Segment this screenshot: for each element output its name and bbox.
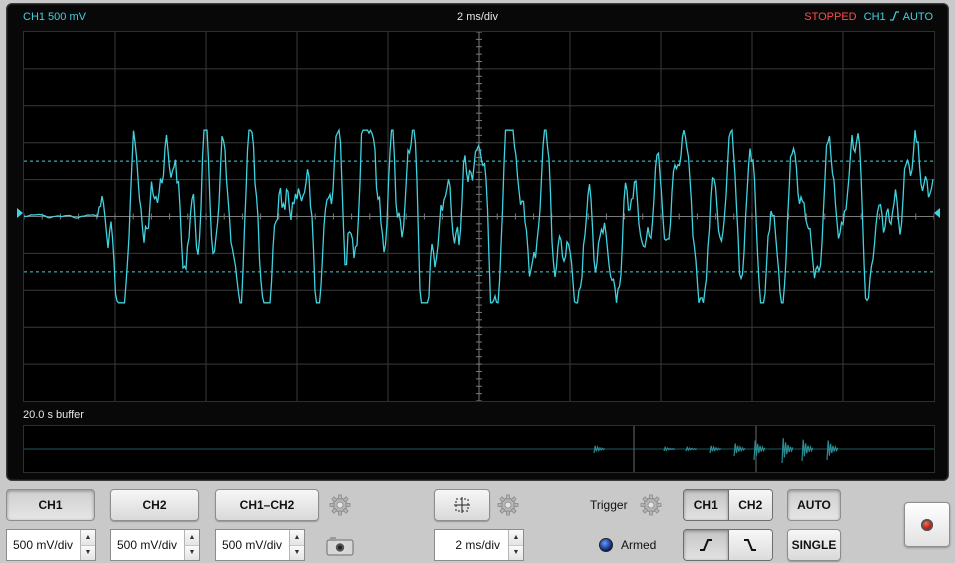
ch2-scale-stepper[interactable]: 500 mV/div ▲ ▼	[110, 529, 200, 561]
buffer-burst	[709, 445, 722, 454]
trigger-source-selector: CH1 CH2	[683, 489, 773, 521]
buffer-burst	[826, 440, 839, 461]
decrement-arrow[interactable]: ▼	[509, 544, 523, 560]
ch1-minus-ch2-button[interactable]: CH1–CH2	[215, 489, 319, 521]
rising-edge-icon	[699, 539, 712, 551]
increment-arrow[interactable]: ▲	[81, 530, 95, 545]
decrement-arrow[interactable]: ▼	[185, 544, 199, 560]
single-button[interactable]: SINGLE	[787, 529, 841, 561]
trigger-state-label: STOPPED	[804, 11, 857, 23]
armed-indicator-led	[599, 538, 613, 552]
buffer-burst	[663, 445, 676, 452]
rising-edge-icon	[889, 11, 899, 21]
crosshair-button[interactable]	[434, 489, 490, 521]
ch1-button[interactable]: CH1	[6, 489, 95, 521]
trigger-slope-selector	[683, 529, 773, 561]
trigger-status: STOPPED CH1 AUTO	[804, 10, 933, 24]
trigger-label: Trigger	[590, 498, 628, 512]
record-icon	[921, 518, 933, 531]
timebase-stepper[interactable]: 2 ms/div ▲ ▼	[434, 529, 524, 561]
decrement-arrow[interactable]: ▼	[290, 544, 304, 560]
ch2-scale-value: 500 mV/div	[117, 538, 178, 552]
diff-scale-value: 500 mV/div	[222, 538, 283, 552]
gear-icon[interactable]	[497, 494, 519, 516]
trigger-source-ch1[interactable]: CH1	[684, 490, 728, 520]
buffer-burst	[781, 438, 794, 464]
trigger-source-ch2[interactable]: CH2	[727, 490, 772, 520]
buffer-burst	[801, 439, 814, 462]
increment-arrow[interactable]: ▲	[509, 530, 523, 545]
gear-icon[interactable]	[329, 494, 351, 516]
trigger-mode-label: AUTO	[902, 11, 933, 23]
buffer-canvas	[24, 426, 934, 472]
armed-label: Armed	[621, 538, 657, 552]
waveform-canvas	[23, 31, 935, 402]
ch1-scale-value: 500 mV/div	[13, 538, 74, 552]
increment-arrow[interactable]: ▲	[185, 530, 199, 545]
falling-edge-button[interactable]	[727, 530, 772, 560]
buffer-burst	[593, 445, 606, 454]
crosshair-icon	[454, 497, 470, 513]
buffer-burst	[685, 445, 698, 452]
decrement-arrow[interactable]: ▼	[81, 544, 95, 560]
timebase-value: 2 ms/div	[455, 538, 500, 552]
increment-arrow[interactable]: ▲	[290, 530, 304, 545]
auto-button[interactable]: AUTO	[787, 489, 841, 521]
trigger-channel-label: CH1	[863, 11, 886, 23]
diff-scale-stepper[interactable]: 500 mV/div ▲ ▼	[215, 529, 305, 561]
buffer-burst	[733, 443, 746, 457]
camera-icon[interactable]	[325, 535, 355, 557]
falling-edge-icon	[744, 539, 757, 551]
ch1-scale-stepper[interactable]: 500 mV/div ▲ ▼	[6, 529, 96, 561]
rising-edge-button[interactable]	[684, 530, 728, 560]
ch2-button[interactable]: CH2	[110, 489, 199, 521]
buffer-label: 20.0 s buffer	[23, 409, 84, 421]
waveform-plot[interactable]	[23, 31, 935, 402]
gear-icon[interactable]	[640, 494, 662, 516]
graticule	[23, 31, 935, 402]
buffer-overview[interactable]	[23, 425, 935, 473]
record-button[interactable]	[904, 502, 950, 547]
trigger-level-marker-right[interactable]	[934, 208, 940, 218]
trigger-level-marker-left[interactable]	[17, 208, 23, 218]
